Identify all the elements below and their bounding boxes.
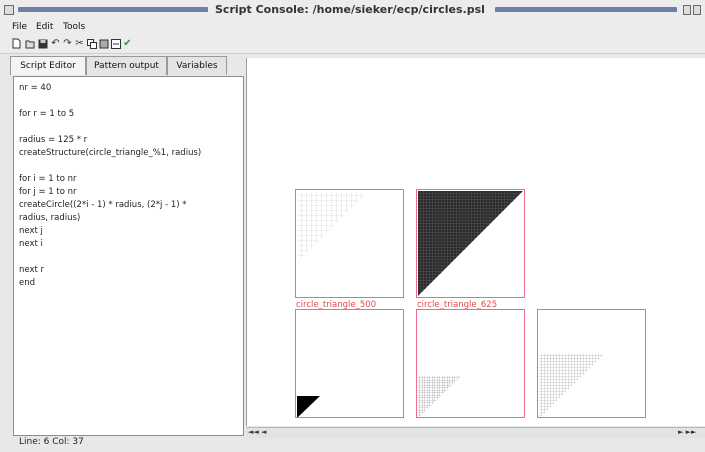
maximize-icon[interactable]	[693, 5, 701, 15]
code-line: radius = 125 * r	[19, 135, 88, 145]
title-bar[interactable]: Script Console: /home/sieker/ecp/circles…	[0, 0, 705, 20]
title-stripe-left	[18, 7, 208, 12]
toolbar: ↶ ↷ ✂ ✔	[0, 36, 705, 54]
paste-icon[interactable]	[98, 38, 109, 49]
tab-variables[interactable]: Variables	[167, 56, 227, 75]
window-title: Script Console: /home/sieker/ecp/circles…	[215, 3, 485, 16]
pattern-dark-grid	[418, 191, 523, 296]
menu-bar: File Edit Tools	[0, 20, 705, 36]
code-line: radius, radius)	[19, 213, 81, 223]
tab-script-editor[interactable]: Script Editor	[10, 56, 86, 75]
pattern-thumbnail[interactable]	[416, 189, 525, 298]
script-editor[interactable]: nr = 40 for r = 1 to 5 radius = 125 * r …	[13, 76, 244, 436]
horizontal-scrollbar[interactable]: ◄◄ ◄ ► ►►	[246, 427, 705, 438]
copy-icon[interactable]	[86, 38, 97, 49]
pattern-thumbnail[interactable]	[295, 189, 404, 298]
code-line: next j	[19, 226, 43, 236]
code-line: for i = 1 to nr	[19, 174, 77, 184]
scroll-left-buttons[interactable]: ◄◄ ◄	[248, 428, 266, 437]
code-line: for j = 1 to nr	[19, 187, 77, 197]
title-stripe-right	[495, 7, 677, 12]
run-check-icon[interactable]: ✔	[122, 38, 133, 49]
pattern-thumbnail[interactable]	[416, 309, 525, 418]
menu-file[interactable]: File	[12, 22, 27, 32]
cut-icon[interactable]: ✂	[74, 38, 85, 49]
pattern-thumbnail[interactable]	[295, 309, 404, 418]
redo-icon[interactable]: ↷	[62, 38, 73, 49]
pattern-light-grid	[298, 193, 366, 262]
code-line: for r = 1 to 5	[19, 109, 75, 119]
code-line: nr = 40	[19, 83, 52, 93]
save-icon[interactable]	[37, 38, 48, 49]
pattern-small-grey	[418, 376, 461, 417]
code-line: createStructure(circle_triangle_%1, radi…	[19, 148, 202, 158]
clear-icon[interactable]	[110, 38, 121, 49]
new-file-icon[interactable]	[11, 38, 22, 49]
pattern-tiny-black	[297, 396, 320, 417]
tab-pattern-output[interactable]: Pattern output	[86, 56, 167, 75]
undo-icon[interactable]: ↶	[50, 38, 61, 49]
pattern-thumbnail[interactable]	[537, 309, 646, 418]
code-line: end	[19, 278, 36, 288]
scroll-right-buttons[interactable]: ► ►►	[678, 428, 696, 437]
pattern-canvas[interactable]: circle_triangle_500 circle_triangle_625	[246, 58, 705, 426]
minimize-icon[interactable]	[683, 5, 691, 15]
window-menu-icon[interactable]	[4, 5, 14, 15]
status-cursor-position: Line: 6 Col: 37	[19, 437, 84, 447]
code-line: next r	[19, 265, 45, 275]
menu-edit[interactable]: Edit	[36, 22, 53, 32]
code-line: createCircle((2*i - 1) * radius, (2*j - …	[19, 200, 187, 210]
pattern-medium-grey	[539, 354, 604, 417]
code-line: next i	[19, 239, 43, 249]
open-file-icon[interactable]	[24, 38, 35, 49]
menu-tools[interactable]: Tools	[63, 22, 85, 32]
